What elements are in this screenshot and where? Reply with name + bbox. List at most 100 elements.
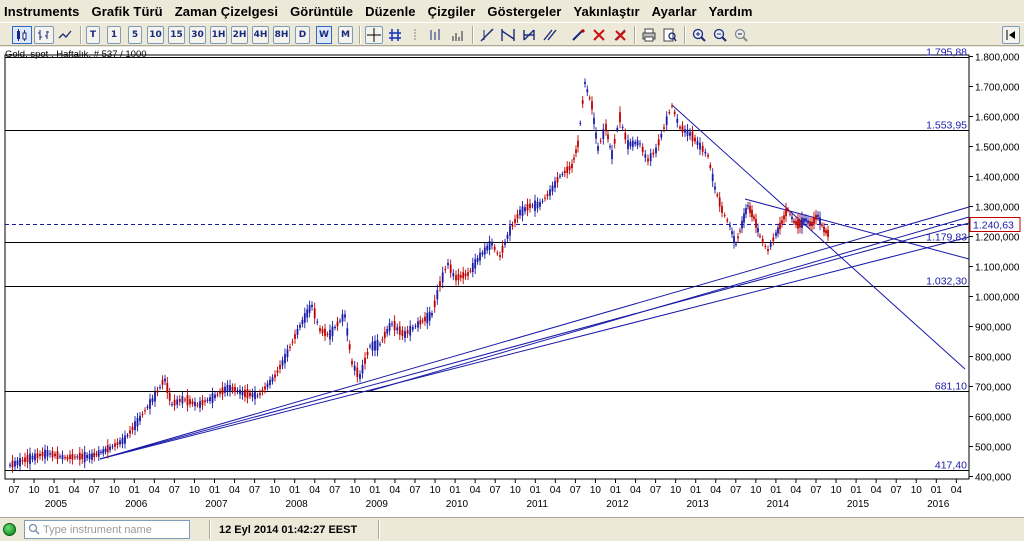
volume-icon[interactable] — [449, 26, 467, 44]
candle-body — [171, 404, 173, 406]
candle-body — [783, 215, 785, 220]
candle-body — [93, 452, 96, 457]
candle-body — [777, 227, 779, 234]
channel-icon[interactable] — [499, 26, 517, 44]
print-icon[interactable] — [640, 26, 658, 44]
x-axis-year-label: 2011 — [526, 499, 548, 510]
candle-body — [481, 252, 484, 255]
period-separator-icon[interactable] — [426, 26, 444, 44]
candle-body — [621, 127, 624, 129]
candle-body — [566, 166, 569, 173]
candle-body — [376, 340, 379, 351]
timeframe-5-button[interactable]: 5 — [128, 26, 142, 44]
candle-body — [19, 458, 21, 467]
delete-drawing-icon[interactable] — [590, 26, 608, 44]
timeframe-8h-button[interactable]: 8H — [273, 26, 290, 44]
candle-body — [665, 116, 668, 125]
candle-body — [671, 105, 673, 107]
toolbar-separator — [634, 26, 636, 44]
timeframe-w-button[interactable]: W — [316, 26, 332, 44]
delete-all-icon[interactable] — [611, 26, 629, 44]
x-axis-month-label: 10 — [349, 485, 361, 496]
grid-icon[interactable] — [386, 26, 404, 44]
candle-body — [236, 390, 239, 392]
candle-body — [189, 399, 191, 405]
candle-body — [652, 152, 655, 155]
candle-body — [559, 175, 561, 177]
menu-instruments[interactable]: Instruments — [4, 4, 80, 19]
timeframe-1-button[interactable]: 1 — [107, 26, 121, 44]
bar-chart-icon[interactable] — [34, 26, 54, 44]
timeframe-2h-button[interactable]: 2H — [231, 26, 248, 44]
timeframe-m-button[interactable]: M — [338, 26, 353, 44]
zoom-in-icon[interactable] — [690, 26, 708, 44]
timeframe-d-button[interactable]: D — [295, 26, 310, 44]
candle-body — [16, 460, 19, 466]
price-chart[interactable]: 1.920,841.795,881.553,951.179,831.032,30… — [0, 47, 1024, 517]
candle-body — [121, 437, 124, 445]
menu-timeframe[interactable]: Zaman Çizelgesi — [175, 4, 278, 19]
menu-edit[interactable]: Düzenle — [365, 4, 416, 19]
x-axis-month-label: 10 — [750, 485, 762, 496]
menu-lines[interactable]: Çizgiler — [428, 4, 476, 19]
menu-indicators[interactable]: Göstergeler — [487, 4, 561, 19]
menu-view[interactable]: Görüntüle — [290, 4, 353, 19]
crosshair-icon[interactable] — [365, 26, 383, 44]
chart-panel[interactable]: 1.920,841.795,881.553,951.179,831.032,30… — [0, 47, 1024, 517]
level-label: 1.032,30 — [926, 276, 967, 288]
timeframe-t-button[interactable]: T — [86, 26, 100, 44]
level-label: 1.553,95 — [926, 120, 967, 132]
menu-zoom[interactable]: Yakınlaştır — [573, 4, 639, 19]
candle-body — [825, 230, 827, 234]
line-chart-icon[interactable] — [56, 26, 74, 44]
pen-icon[interactable] — [569, 26, 587, 44]
candle-body — [521, 206, 524, 216]
fibonacci-icon[interactable] — [520, 26, 538, 44]
print-preview-icon[interactable] — [661, 26, 679, 44]
x-axis-month-label: 01 — [49, 485, 61, 496]
candle-body — [219, 391, 221, 394]
candle-body — [511, 224, 514, 227]
candle-body — [504, 241, 506, 245]
candle-body — [181, 396, 184, 404]
zoom-reset-icon[interactable] — [732, 26, 750, 44]
candle-body — [721, 206, 723, 213]
x-axis-month-label: 07 — [891, 485, 903, 496]
y-axis-label: 1.800,000 — [975, 53, 1020, 64]
trendline-icon[interactable] — [478, 26, 496, 44]
x-axis-month-label: 04 — [630, 485, 642, 496]
timeframe-10-button[interactable]: 10 — [147, 26, 164, 44]
pin-icon[interactable] — [1002, 26, 1020, 44]
timeframe-30-button[interactable]: 30 — [189, 26, 206, 44]
candle-body — [751, 209, 753, 218]
x-axis-year-label: 2010 — [446, 499, 469, 510]
menu-settings[interactable]: Ayarlar — [652, 4, 697, 19]
timeframe-1h-button[interactable]: 1H — [210, 26, 227, 44]
candle-body — [476, 258, 479, 262]
menu-help[interactable]: Yardım — [709, 4, 753, 19]
candle-body — [244, 389, 246, 398]
period-icon[interactable] — [408, 26, 422, 44]
candlestick-chart-icon[interactable] — [12, 26, 32, 44]
candle-body — [206, 399, 209, 401]
candle-body — [346, 328, 349, 336]
candle-body — [462, 272, 465, 279]
candle-body — [716, 194, 719, 196]
candle-body — [209, 397, 211, 401]
candle-body — [104, 448, 107, 452]
candle-body — [404, 331, 406, 338]
candle-body — [424, 316, 426, 322]
timeframe-4h-button[interactable]: 4H — [252, 26, 269, 44]
zoom-out-icon[interactable] — [711, 26, 729, 44]
instrument-search-input[interactable] — [24, 520, 190, 539]
x-axis-month-label: 04 — [550, 485, 562, 496]
candle-body — [146, 406, 149, 408]
menu-chart-type[interactable]: Grafik Türü — [92, 4, 163, 19]
candle-body — [506, 234, 509, 239]
x-axis-month-label: 07 — [730, 485, 742, 496]
candle-body — [634, 142, 637, 145]
candle-body — [334, 327, 336, 329]
candle-body — [709, 164, 712, 168]
parallel-lines-icon[interactable] — [541, 26, 559, 44]
timeframe-15-button[interactable]: 15 — [168, 26, 185, 44]
